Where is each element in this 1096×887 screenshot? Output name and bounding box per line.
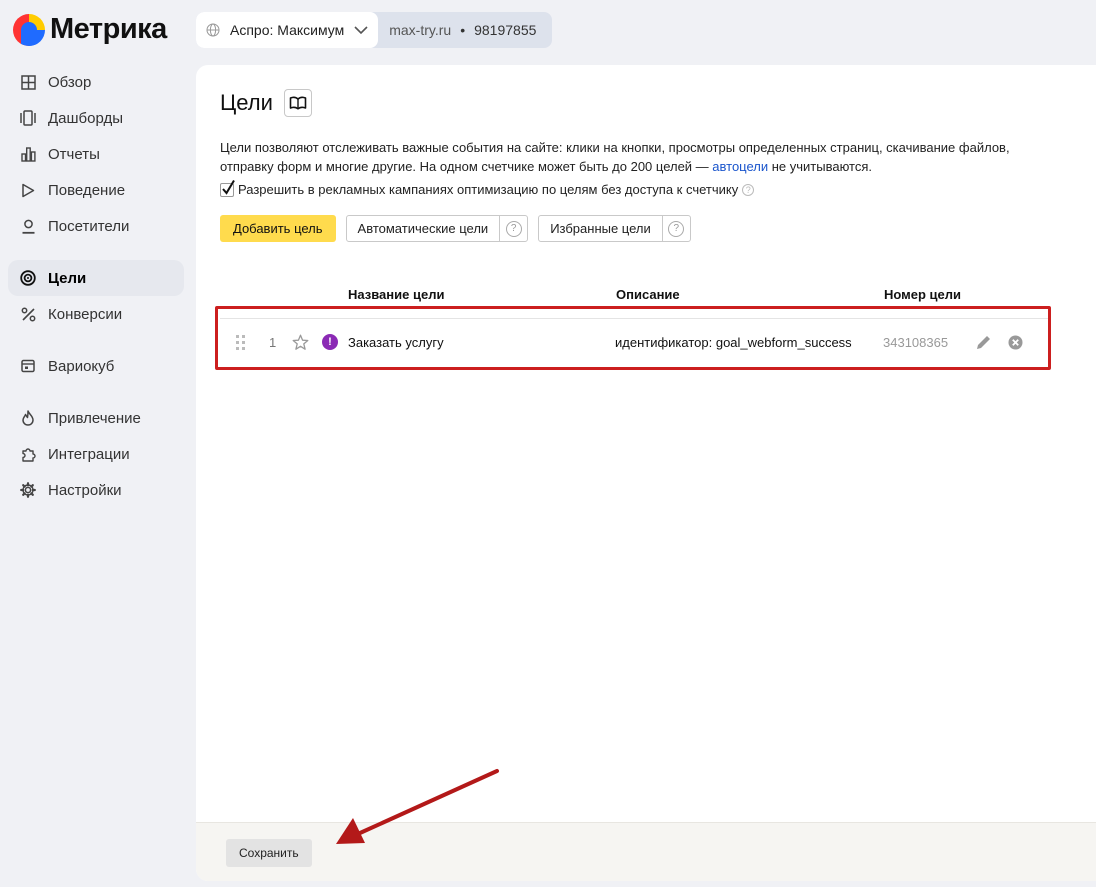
sidebar-item-label: Отчеты: [48, 145, 100, 163]
sidebar-item-label: Цели: [48, 269, 87, 287]
sidebar-item-label: Дашборды: [48, 109, 123, 127]
warning-icon[interactable]: !: [322, 334, 338, 350]
page-title: Цели: [220, 89, 312, 117]
autogoals-link[interactable]: автоцели: [712, 159, 768, 174]
favorite-goals-help-button[interactable]: ?: [661, 216, 690, 241]
allow-optimization-row: Разрешить в рекламных кампаниях оптимиза…: [220, 179, 755, 197]
favorite-goals-group: Избранные цели ?: [538, 215, 691, 242]
footer-bar: Сохранить: [196, 822, 1096, 881]
save-button[interactable]: Сохранить: [226, 839, 312, 867]
column-header-description: Описание: [616, 287, 680, 302]
goal-name: Заказать услугу: [348, 335, 444, 350]
counter-separator: •: [460, 22, 466, 38]
question-icon: ?: [668, 220, 685, 237]
sidebar-item-label: Обзор: [48, 73, 92, 91]
description-text-end: не учитываются.: [768, 159, 873, 174]
help-hint-icon[interactable]: ?: [742, 183, 755, 196]
sidebar-item-label: Посетители: [48, 217, 130, 235]
sidebar-item-settings[interactable]: Настройки: [8, 472, 184, 508]
goal-description: идентификатор: goal_webform_success: [615, 335, 852, 350]
description-text: Цели позволяют отслеживать важные событи…: [220, 140, 1010, 174]
table-row: 1 ! Заказать услугу идентификатор: goal_…: [220, 319, 1050, 367]
goal-index: 1: [269, 335, 277, 350]
goal-actions: Добавить цель Автоматические цели ? Избр…: [220, 215, 691, 242]
bar-chart-icon: [20, 146, 36, 162]
page-description: Цели позволяют отслеживать важные событи…: [220, 138, 1040, 176]
dashboard-icon: [20, 110, 36, 126]
counter-name: Аспро: Максимум: [230, 22, 345, 38]
sidebar: Обзор Дашборды Отчеты Поведение Посетите…: [8, 64, 184, 508]
question-icon: ?: [505, 220, 522, 237]
sidebar-item-dashboards[interactable]: Дашборды: [8, 100, 184, 136]
app-name: Метрика: [50, 13, 167, 45]
globe-icon: [206, 23, 220, 37]
sidebar-item-label: Настройки: [48, 481, 122, 499]
sidebar-item-visitors[interactable]: Посетители: [8, 208, 184, 244]
counter-site: max-try.ru: [389, 22, 452, 38]
column-header-name: Название цели: [348, 287, 445, 302]
gear-icon: [20, 482, 36, 498]
play-icon: [20, 182, 36, 198]
sidebar-item-label: Поведение: [48, 181, 126, 199]
sidebar-item-label: Вариокуб: [48, 357, 115, 375]
favorite-goals-button[interactable]: Избранные цели: [539, 216, 662, 241]
metrika-logo-icon: [13, 13, 45, 46]
user-icon: [20, 218, 36, 234]
sidebar-item-label: Конверсии: [48, 305, 123, 323]
app-logo[interactable]: Метрика: [13, 13, 167, 46]
calendar-icon: [20, 358, 36, 374]
flame-icon: [20, 410, 36, 426]
allow-optimization-checkbox[interactable]: [220, 179, 235, 197]
target-icon: [20, 270, 36, 286]
close-icon[interactable]: [1008, 335, 1023, 350]
book-icon: [289, 96, 307, 110]
page-title-text: Цели: [220, 90, 273, 115]
checkmark-icon: [222, 179, 235, 195]
counter-selector[interactable]: Аспро: Максимум max-try.ru • 98197855: [196, 12, 553, 48]
column-header-id: Номер цели: [884, 287, 962, 302]
auto-goals-help-button[interactable]: ?: [499, 216, 527, 241]
sidebar-item-integrations[interactable]: Интеграции: [8, 436, 184, 472]
sidebar-item-overview[interactable]: Обзор: [8, 64, 184, 100]
sidebar-item-behavior[interactable]: Поведение: [8, 172, 184, 208]
puzzle-icon: [20, 446, 36, 462]
allow-optimization-label[interactable]: Разрешить в рекламных кампаниях оптимиза…: [238, 182, 738, 197]
sidebar-item-goals[interactable]: Цели: [8, 260, 184, 296]
sidebar-item-acquisition[interactable]: Привлечение: [8, 400, 184, 436]
star-icon[interactable]: [292, 334, 309, 351]
add-goal-button[interactable]: Добавить цель: [220, 215, 336, 242]
pencil-icon[interactable]: [975, 334, 992, 351]
chevron-down-icon: [354, 26, 368, 35]
auto-goals-group: Автоматические цели ?: [345, 215, 529, 242]
counter-id: 98197855: [474, 22, 537, 38]
auto-goals-button[interactable]: Автоматические цели: [347, 216, 500, 241]
sidebar-item-variocube[interactable]: Вариокуб: [8, 348, 184, 384]
sidebar-item-conversions[interactable]: Конверсии: [8, 296, 184, 332]
grid-icon: [20, 74, 36, 90]
percent-icon: [20, 306, 36, 322]
sidebar-item-reports[interactable]: Отчеты: [8, 136, 184, 172]
drag-handle-icon[interactable]: [236, 335, 246, 351]
main-panel: Цели Цели позволяют отслеживать важные с…: [196, 65, 1096, 881]
sidebar-item-label: Привлечение: [48, 409, 141, 427]
counter-dropdown[interactable]: Аспро: Максимум: [196, 12, 379, 48]
goal-id: 343108365: [883, 335, 949, 350]
counter-info: max-try.ru • 98197855: [378, 22, 552, 38]
sidebar-item-label: Интеграции: [48, 445, 130, 463]
help-book-button[interactable]: [283, 89, 312, 117]
